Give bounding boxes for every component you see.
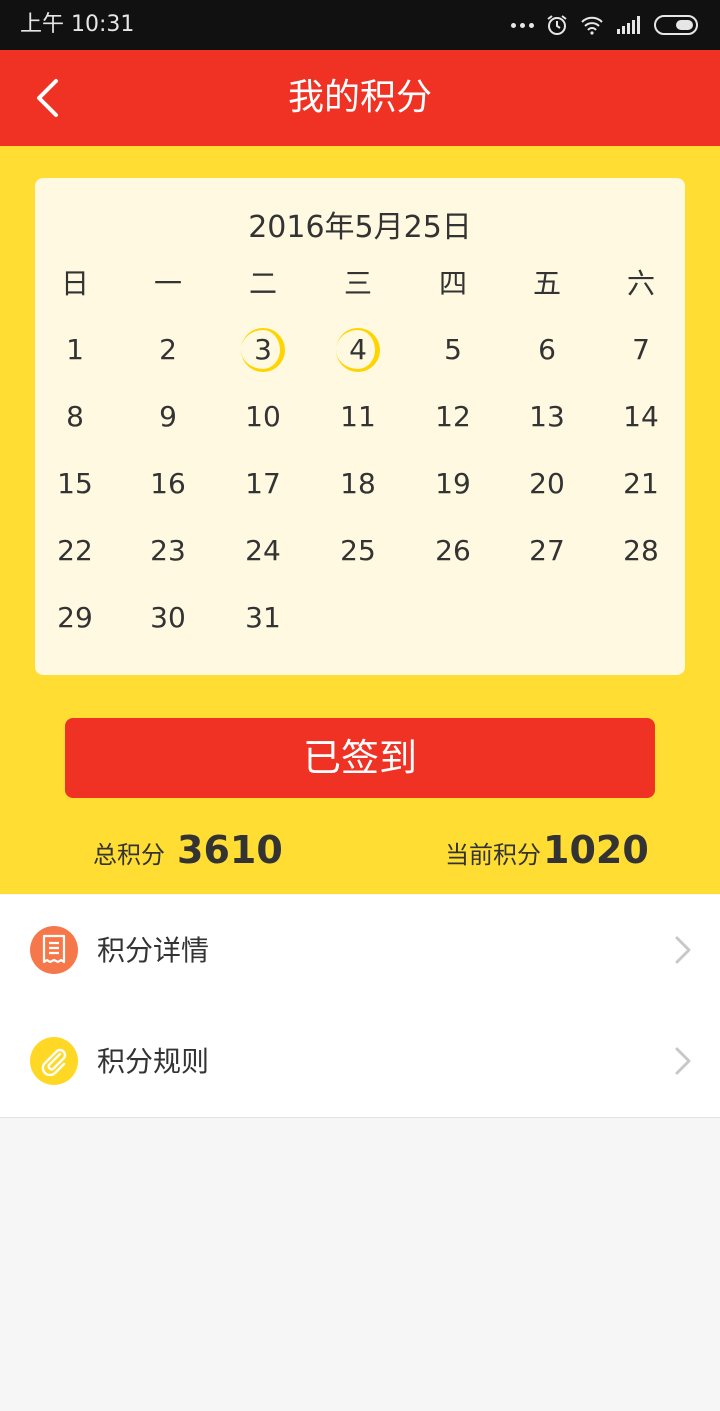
calendar-day: 19 bbox=[435, 467, 471, 500]
calendar-day: 20 bbox=[529, 467, 565, 500]
total-points-label: 总积分 bbox=[93, 841, 165, 869]
total-points-value: 3610 bbox=[177, 828, 283, 872]
calendar-day: 21 bbox=[623, 467, 659, 500]
page-title: 我的积分 bbox=[287, 77, 432, 118]
battery-icon bbox=[654, 15, 698, 35]
calendar-day: 25 bbox=[340, 534, 376, 567]
calendar-day: 31 bbox=[245, 601, 281, 634]
signin-section: 2016年5月25日 日一二三四五六 1 2 3 4 5 6 7 8 9 10 11 12 13 14 15 1… bbox=[0, 146, 720, 894]
weekday-header: 六 bbox=[626, 267, 655, 300]
calendar-day: 1 bbox=[66, 333, 84, 366]
calendar-day: 12 bbox=[435, 400, 471, 433]
calendar-day: 2 bbox=[159, 333, 177, 366]
calendar-day: 5 bbox=[444, 333, 462, 366]
alarm-icon bbox=[547, 15, 567, 35]
wifi-icon bbox=[581, 16, 603, 35]
calendar-card: 2016年5月25日 日一二三四五六 1 2 3 4 5 6 7 8 9 10 11 12 13 14 15 1… bbox=[35, 178, 685, 675]
more-dots-icon bbox=[511, 22, 534, 28]
calendar-day: 22 bbox=[57, 534, 93, 567]
calendar-day: 13 bbox=[529, 400, 565, 433]
app-header: 我的积分 bbox=[0, 50, 720, 146]
calendar-day: 23 bbox=[150, 534, 186, 567]
chevron-left-icon bbox=[37, 79, 58, 117]
calendar-day: 26 bbox=[435, 534, 471, 567]
calendar-day-signed: 3 bbox=[254, 333, 272, 366]
weekday-header: 三 bbox=[343, 267, 372, 300]
chevron-right-icon bbox=[675, 936, 691, 964]
calendar-day: 7 bbox=[632, 333, 650, 366]
calendar-day: 18 bbox=[340, 467, 376, 500]
calendar-day: 30 bbox=[150, 601, 186, 634]
menu-item-label: 积分规则 bbox=[97, 1045, 210, 1078]
calendar-day: 17 bbox=[245, 467, 281, 500]
weekday-header: 日 bbox=[60, 267, 89, 300]
calendar-day: 10 bbox=[245, 400, 281, 433]
menu-item-label: 积分详情 bbox=[97, 934, 210, 967]
calendar-day: 6 bbox=[538, 333, 556, 366]
calendar-day: 8 bbox=[66, 400, 84, 433]
current-points: 当前积分 1020 bbox=[445, 826, 649, 879]
calendar-day: 28 bbox=[623, 534, 659, 567]
menu-item-points-rules[interactable]: 积分规则 bbox=[0, 1006, 720, 1118]
weekday-header: 二 bbox=[248, 267, 277, 300]
chevron-right-icon bbox=[675, 1047, 691, 1075]
current-points-value: 1020 bbox=[543, 828, 649, 872]
receipt-icon bbox=[42, 934, 66, 964]
paperclip-icon-badge bbox=[30, 1037, 78, 1085]
calendar-day: 11 bbox=[340, 400, 376, 433]
calendar-day: 16 bbox=[150, 467, 186, 500]
calendar-day: 9 bbox=[159, 400, 177, 433]
signin-button[interactable]: 已签到 bbox=[65, 718, 655, 798]
status-bar: 上午 10:31 bbox=[0, 0, 720, 50]
menu-item-points-detail[interactable]: 积分详情 bbox=[0, 895, 720, 1007]
signal-icon bbox=[617, 16, 640, 34]
current-points-label: 当前积分 bbox=[445, 841, 541, 869]
calendar-day: 27 bbox=[529, 534, 565, 567]
calendar-day: 29 bbox=[57, 601, 93, 634]
calendar-day: 14 bbox=[623, 400, 659, 433]
back-button[interactable] bbox=[18, 68, 78, 128]
total-points: 总积分 3610 bbox=[93, 826, 283, 879]
paperclip-icon bbox=[41, 1048, 67, 1076]
status-time: 上午 10:31 bbox=[20, 12, 135, 37]
weekday-header: 一 bbox=[153, 267, 182, 300]
weekday-header: 四 bbox=[438, 267, 467, 300]
calendar-day: 15 bbox=[57, 467, 93, 500]
calendar-day-signed: 4 bbox=[349, 333, 367, 366]
weekday-header: 五 bbox=[532, 267, 561, 300]
receipt-icon-badge bbox=[30, 926, 78, 974]
calendar-date: 2016年5月25日 bbox=[248, 210, 472, 245]
calendar-day: 24 bbox=[245, 534, 281, 567]
status-icons bbox=[511, 10, 700, 40]
